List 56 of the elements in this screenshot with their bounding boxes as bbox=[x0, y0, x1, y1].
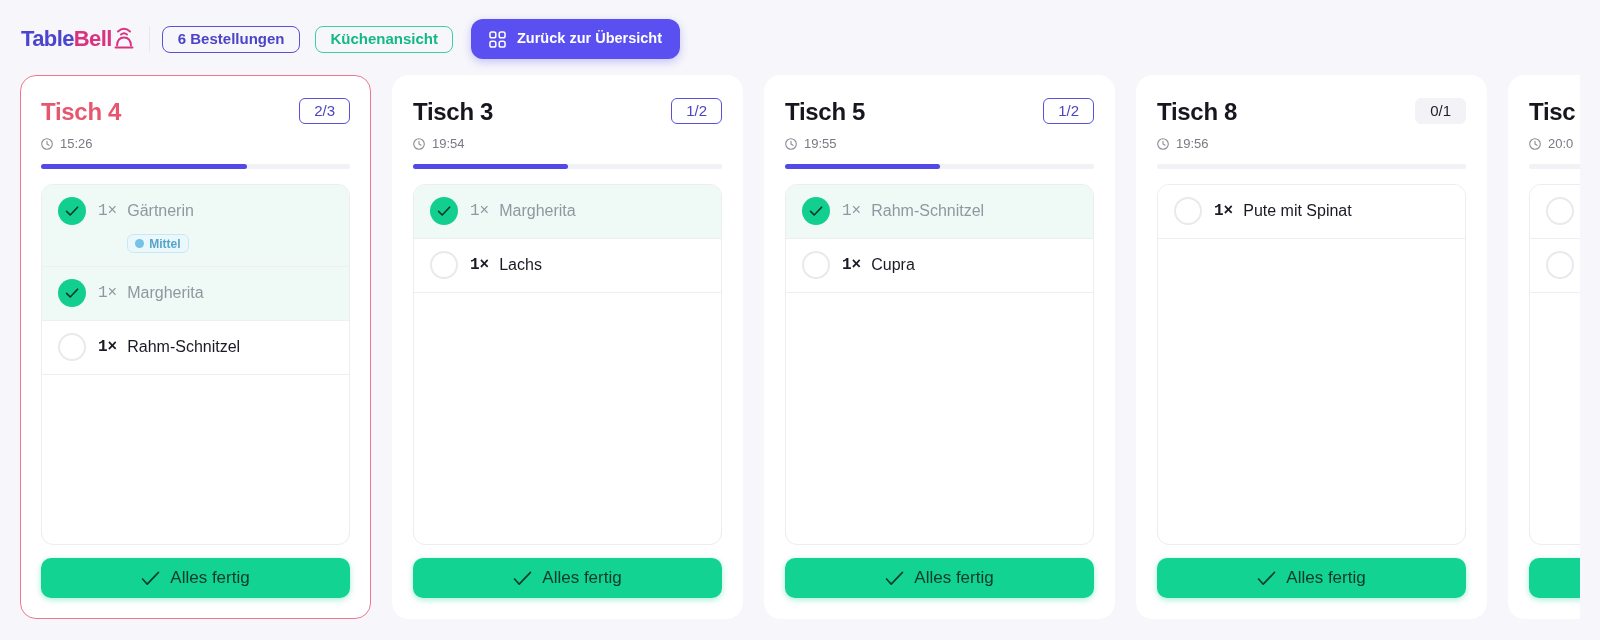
table-title: Tisch 8 bbox=[1157, 97, 1238, 127]
order-time: 19:55 bbox=[804, 135, 837, 154]
item-name: Rahm-Schnitzel bbox=[871, 201, 985, 221]
done-button[interactable]: Alles fertig bbox=[41, 558, 350, 598]
clock-icon bbox=[785, 138, 797, 150]
clock-icon bbox=[1157, 138, 1169, 150]
item-count: 1/2 bbox=[1043, 98, 1094, 124]
checkbox[interactable] bbox=[430, 197, 458, 225]
grid-icon bbox=[489, 30, 506, 48]
quantity-label: 1× bbox=[1214, 201, 1234, 222]
quantity-label: 1× bbox=[98, 201, 118, 222]
clock-icon bbox=[413, 138, 425, 150]
order-item-row[interactable]: 1× Pute mit Spinat bbox=[1158, 185, 1465, 239]
done-button[interactable]: Alles fertig bbox=[1157, 558, 1466, 598]
logo-text: TableBell bbox=[21, 25, 112, 53]
done-button[interactable]: Alles fertig bbox=[413, 558, 722, 598]
check-icon bbox=[513, 570, 533, 586]
quantity-label: 1× bbox=[470, 201, 490, 222]
view-label: Küchenansicht bbox=[315, 25, 453, 53]
checkbox[interactable] bbox=[802, 197, 830, 225]
check-icon bbox=[1257, 570, 1277, 586]
item-name: Gärtnerin bbox=[127, 201, 194, 221]
quantity-label: 1× bbox=[842, 255, 862, 276]
clock-icon bbox=[1529, 138, 1541, 150]
item-name: Rahm-Schnitzel bbox=[127, 337, 241, 357]
item-name: Cupra bbox=[871, 255, 915, 275]
order-time: 20:0 bbox=[1548, 135, 1574, 154]
tag-label: Mittel bbox=[149, 235, 181, 253]
order-count-label: 6 Bestellungen bbox=[161, 25, 301, 53]
table-title: Tisc bbox=[1529, 97, 1576, 127]
item-name: Lachs bbox=[499, 255, 542, 275]
table-title: Tisch 3 bbox=[413, 97, 494, 127]
quantity-label: 1× bbox=[470, 255, 490, 276]
checkbox[interactable] bbox=[58, 197, 86, 225]
order-time: 19:54 bbox=[432, 135, 465, 154]
clock-icon bbox=[41, 138, 53, 150]
item-name: Margherita bbox=[127, 283, 204, 303]
dot-icon bbox=[135, 239, 145, 248]
item-count: 1/2 bbox=[671, 98, 722, 124]
done-button[interactable]: Alles fertig bbox=[785, 558, 1094, 598]
check-icon bbox=[141, 570, 161, 586]
check-icon bbox=[885, 570, 905, 586]
item-count: 2/3 bbox=[299, 98, 350, 124]
table-title: Tisch 4 bbox=[41, 97, 122, 127]
back-button[interactable]: Zurück zur Übersicht bbox=[471, 19, 681, 59]
checkbox[interactable] bbox=[58, 279, 86, 307]
quantity-label: 1× bbox=[842, 201, 862, 222]
item-count: 0/1 bbox=[1415, 98, 1466, 124]
item-name: Pute mit Spinat bbox=[1243, 201, 1352, 221]
service-bell-icon bbox=[113, 26, 134, 49]
table-title: Tisch 5 bbox=[785, 97, 866, 127]
quantity-label: 1× bbox=[98, 337, 118, 358]
quantity-label: 1× bbox=[98, 283, 118, 304]
order-time: 19:56 bbox=[1176, 135, 1209, 154]
item-name: Margherita bbox=[499, 201, 576, 221]
order-time: 15:26 bbox=[60, 135, 93, 154]
